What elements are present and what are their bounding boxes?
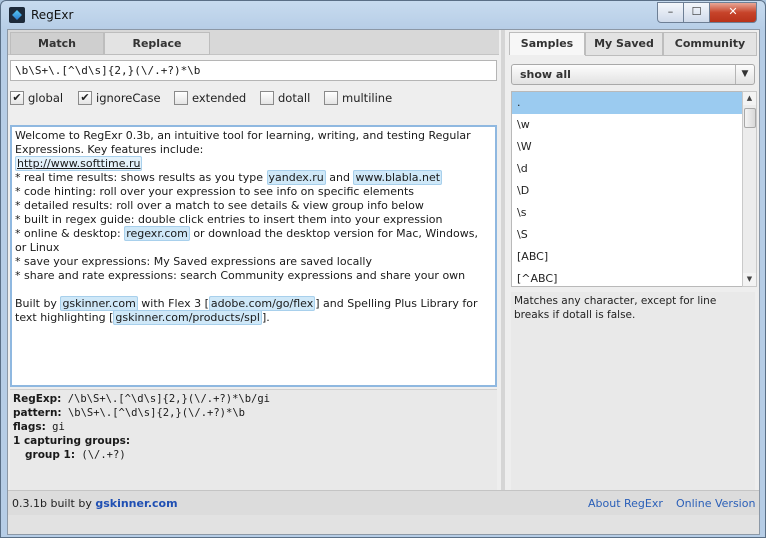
version-text: 0.3.1b built by gskinner.com [12,497,178,510]
dotall-checkbox[interactable] [260,91,274,105]
title-bar[interactable]: RegExr – ☐ ✕ [1,1,765,29]
flag-label: global [28,91,64,105]
credits-text: ]. [261,311,270,324]
scroll-up-icon[interactable]: ▲ [743,92,756,105]
list-item[interactable]: \S [512,224,742,246]
tab-community[interactable]: Community [663,32,757,56]
flags-value: gi [52,421,65,433]
panel-divider[interactable] [501,30,505,490]
flag-label: dotall [278,91,311,105]
pattern-row: pattern: \b\S+\.[^\d\s]{2,}(\/.+?)*\b [13,406,494,420]
regex-expression-input[interactable]: \b\S+\.[^\d\s]{2,}(\/.+?)*\b [10,60,497,81]
tab-replace[interactable]: Replace [104,32,210,55]
sample-description: Matches any character, except for line b… [511,292,755,490]
version-prefix: 0.3.1b built by [12,497,96,510]
groups-label: 1 capturing groups: [13,435,131,447]
feature-line: * code hinting: roll over your expressio… [15,185,415,198]
list-item[interactable]: \W [512,136,742,158]
bottom-strip [8,515,759,534]
tab-my-saved[interactable]: My Saved [585,32,663,56]
intro-line: Welcome to RegExr 0.3b, an intuitive too… [15,129,475,156]
scroll-down-icon[interactable]: ▼ [743,273,756,286]
samples-list: . \w \W \d \D \s \S [ABC] [^ABC] [511,91,743,287]
feature-text: * real time results: shows results as yo… [15,171,267,184]
list-item[interactable]: [^ABC] [512,268,742,286]
groups-row: 1 capturing groups: [13,434,494,448]
close-button[interactable]: ✕ [709,2,757,23]
mode-tabs: Match Replace [8,30,499,55]
credits-line: Built by gskinner.com with Flex 3 [adobe… [15,296,492,325]
match-highlight[interactable]: www.blabla.net [353,170,443,185]
feature-line: * real time results: shows results as yo… [15,170,492,185]
about-regexr-link[interactable]: About RegExr [588,497,663,510]
feature-text: and [325,171,354,184]
flag-label: ignoreCase [96,91,161,105]
regexp-label: RegExp: [13,393,62,405]
chevron-down-icon[interactable]: ▼ [735,65,754,84]
list-item[interactable]: . [512,92,742,114]
feature-line: * built in regex guide: double click ent… [15,213,443,226]
window-title: RegExr [31,8,74,22]
tab-samples[interactable]: Samples [509,32,585,55]
group1-label: group 1: [25,449,76,461]
multiline-checkbox[interactable] [324,91,338,105]
sample-text-area[interactable]: Welcome to RegExr 0.3b, an intuitive too… [10,125,497,387]
list-item[interactable]: \d [512,158,742,180]
match-highlight[interactable]: regexr.com [124,226,190,241]
global-checkbox[interactable]: ✔ [10,91,24,105]
scrollbar-thumb[interactable] [744,108,756,128]
flags-row: flags: gi [13,420,494,434]
credits-text: Built by [15,297,61,310]
feature-line: * detailed results: roll over a match to… [15,199,424,212]
regexp-row: RegExp: /\b\S+\.[^\d\s]{2,}(\/.+?)*\b/gi [13,392,494,406]
flag-label: extended [192,91,247,105]
status-bar: 0.3.1b built by gskinner.com About RegEx… [8,490,759,515]
minimize-button[interactable]: – [657,2,684,23]
app-window: RegExr – ☐ ✕ Match Replace \b\S+\.[^\d\s… [0,0,766,538]
extended-checkbox[interactable] [174,91,188,105]
list-item[interactable]: \w [512,114,742,136]
category-select[interactable]: show all ▼ [511,64,755,85]
intro-text: Welcome to RegExr 0.3b, an intuitive too… [15,129,492,157]
group1-row: group 1: (\/.+?) [13,448,494,462]
list-item[interactable]: [ABC] [512,246,742,268]
regexp-value: /\b\S+\.[^\d\s]{2,}(\/.+?)*\b/gi [67,393,271,405]
link-line: http://www.softtime.ru [15,156,492,171]
category-select-value: show all [520,68,571,81]
feature-line: * online & desktop: regexr.com or downlo… [15,226,492,255]
match-highlight[interactable]: gskinner.com/products/spl [113,310,262,325]
maximize-button[interactable]: ☐ [683,2,710,23]
list-item[interactable]: \D [512,180,742,202]
flags-label: flags: [13,421,46,433]
library-tabs: Samples My Saved Community [509,30,759,56]
match-highlight[interactable]: adobe.com/go/flex [208,296,316,311]
samples-scrollbar[interactable]: ▲ ▼ [742,91,757,287]
group1-value: (\/.+?) [81,449,126,461]
pattern-value: \b\S+\.[^\d\s]{2,}(\/.+?)*\b [67,407,245,419]
pattern-label: pattern: [13,407,62,419]
regexr-app-icon [9,7,25,23]
credits-text: with Flex 3 [ [137,297,209,310]
match-highlight[interactable]: http://www.softtime.ru [15,156,143,171]
app-content: Match Replace \b\S+\.[^\d\s]{2,}(\/.+?)*… [7,29,760,535]
ignorecase-checkbox[interactable]: ✔ [78,91,92,105]
feature-line: * save your expressions: My Saved expres… [15,255,372,268]
online-version-link[interactable]: Online Version [676,497,755,510]
flag-label: multiline [342,91,393,105]
match-details-panel: RegExp: /\b\S+\.[^\d\s]{2,}(\/.+?)*\b/gi… [10,389,497,494]
gskinner-link[interactable]: gskinner.com [95,497,177,510]
tab-match[interactable]: Match [10,32,104,55]
match-highlight[interactable]: yandex.ru [266,170,326,185]
list-item[interactable]: \s [512,202,742,224]
feature-line: * share and rate expressions: search Com… [15,269,466,282]
match-highlight[interactable]: gskinner.com [60,296,138,311]
feature-text: * online & desktop: [15,227,125,240]
